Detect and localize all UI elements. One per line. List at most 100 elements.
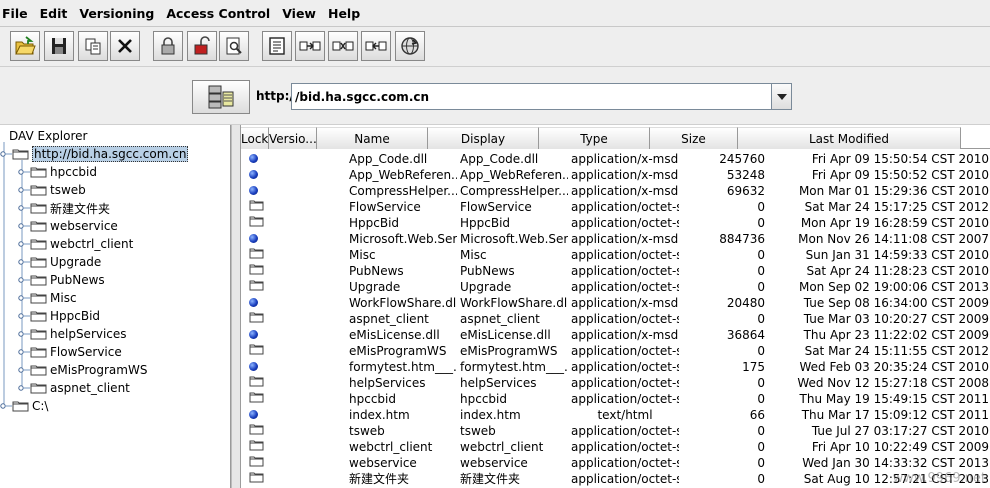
table-row[interactable]: App_Code.dll App_Code.dll application/x-ms…	[241, 151, 990, 167]
tree-expand-handle-icon[interactable]	[18, 167, 30, 177]
tree-node[interactable]: Misc	[18, 289, 77, 307]
folder-icon	[12, 401, 29, 412]
tree-node[interactable]: 新建文件夹	[18, 199, 110, 217]
column-header-version[interactable]: Versio...	[269, 127, 317, 149]
tree-expand-handle-icon[interactable]	[18, 365, 30, 375]
tree-expand-handle-icon[interactable]	[18, 239, 30, 249]
row-icon-cell	[241, 423, 277, 439]
tree-node[interactable]: Upgrade	[18, 253, 101, 271]
menu-edit[interactable]: Edit	[34, 0, 74, 27]
checkout-button[interactable]	[328, 31, 358, 61]
table-row[interactable]: Microsoft.Web.Ser... Microsoft.Web.Ser...…	[241, 231, 990, 247]
tree-expand-handle-icon[interactable]	[18, 311, 30, 321]
url-input[interactable]	[292, 84, 772, 109]
save-button[interactable]	[44, 31, 74, 61]
menu-file[interactable]: File	[0, 0, 34, 27]
tree-expand-handle-icon[interactable]	[18, 185, 30, 195]
folder-icon	[249, 392, 264, 403]
column-header-lock[interactable]: Lock	[241, 127, 269, 149]
tree-host-node[interactable]: http://bid.ha.sgcc.com.cn	[0, 145, 189, 163]
tree-expand-handle-icon[interactable]	[18, 329, 30, 339]
tree-expand-handle-icon[interactable]	[18, 383, 30, 393]
column-header-size[interactable]: Size	[650, 127, 738, 149]
folder-icon	[30, 203, 47, 214]
table-row[interactable]: index.htm index.htm text/html 66 Thu Mar 17 …	[241, 407, 990, 423]
tree-expand-handle-icon[interactable]	[0, 149, 12, 159]
view-button[interactable]	[219, 31, 249, 61]
tree-expand-handle-icon[interactable]	[18, 257, 30, 267]
folder-icon	[249, 216, 264, 227]
cell-display: App_Code.dll	[460, 152, 539, 166]
table-row[interactable]: PubNews PubNews application/octet-s... 0 Sat…	[241, 263, 990, 279]
menu-view[interactable]: View	[276, 0, 322, 27]
table-row[interactable]: helpServices helpServices application/octe…	[241, 375, 990, 391]
table-row[interactable]: FlowService FlowService application/octet-…	[241, 199, 990, 215]
tree-expand-handle-icon[interactable]	[18, 293, 30, 303]
tree-node[interactable]: webservice	[18, 217, 118, 235]
cell-last-modified: Tue Mar 03 10:20:27 CST 2009	[803, 312, 989, 326]
cell-display: webctrl_client	[460, 440, 544, 454]
table-row[interactable]: webctrl_client webctrl_client application/…	[241, 439, 990, 455]
tree-root[interactable]: DAV Explorer	[0, 127, 87, 145]
table-row[interactable]: App_WebReferen... App_WebReferen... applic…	[241, 167, 990, 183]
url-dropdown-button[interactable]	[771, 84, 791, 109]
menu-versioning[interactable]: Versioning	[73, 0, 160, 27]
tree-node[interactable]: webctrl_client	[18, 235, 133, 253]
delete-button[interactable]	[110, 31, 140, 61]
table-row[interactable]: CompressHelper.... CompressHelper.... appl…	[241, 183, 990, 199]
refresh-button[interactable]	[395, 31, 425, 61]
lock-button[interactable]	[153, 31, 183, 61]
table-row[interactable]: formytest.htm___... formytest.htm___... ap…	[241, 359, 990, 375]
table-row[interactable]: Upgrade Upgrade application/octet-s... 0 Mon…	[241, 279, 990, 295]
tree-expand-handle-icon[interactable]	[18, 275, 30, 285]
open-button[interactable]	[10, 31, 40, 61]
copy-button[interactable]	[78, 31, 108, 61]
document-button[interactable]	[262, 31, 292, 61]
tree-node-label: HppcBid	[50, 309, 101, 323]
menu-access-control[interactable]: Access Control	[160, 0, 276, 27]
checkin-button[interactable]	[361, 31, 391, 61]
column-header-last-modified[interactable]: Last Modified	[738, 127, 961, 149]
tree-node[interactable]: helpServices	[18, 325, 127, 343]
table-row[interactable]: eMisLicense.dll eMisLicense.dll applicatio…	[241, 327, 990, 343]
tree-node[interactable]: aspnet_client	[18, 379, 130, 397]
panel-splitter[interactable]	[231, 125, 241, 488]
tree-expand-handle-icon[interactable]	[18, 203, 30, 213]
tree-node[interactable]: HppcBid	[18, 307, 100, 325]
menu-help[interactable]: Help	[322, 0, 366, 27]
tree-node[interactable]: eMisProgramWS	[18, 361, 147, 379]
tree-node[interactable]: FlowService	[18, 343, 122, 361]
tree-node[interactable]: tsweb	[18, 181, 86, 199]
column-header-display[interactable]: Display	[428, 127, 539, 149]
cell-display: 新建文件夹	[460, 472, 521, 486]
table-row[interactable]: tsweb tsweb application/octet-s... 0 Tue Jul…	[241, 423, 990, 439]
cell-display: HppcBid	[460, 216, 511, 230]
table-row[interactable]: webservice webservice application/octet-s.…	[241, 455, 990, 471]
table-row[interactable]: hpccbid hpccbid application/octet-s... 0 Thu…	[241, 391, 990, 407]
column-header-type[interactable]: Type	[539, 127, 650, 149]
unlock-button[interactable]	[187, 31, 217, 61]
tree-expand-handle-icon[interactable]	[0, 401, 12, 411]
table-row[interactable]: eMisProgramWS eMisProgramWS application/oc…	[241, 343, 990, 359]
tree-node-label: tsweb	[50, 183, 86, 197]
cell-name: tsweb	[349, 424, 385, 438]
folder-tree[interactable]: DAV Explorer http://bid.ha.sgcc.com.cn h…	[0, 125, 231, 488]
tree-node[interactable]: hpccbid	[18, 163, 97, 181]
connect-button[interactable]	[192, 80, 250, 114]
cell-name: Upgrade	[349, 280, 401, 294]
tree-expand-handle-icon[interactable]	[18, 221, 30, 231]
row-icon-cell	[241, 263, 277, 279]
tree-drive-node[interactable]: C:\	[0, 397, 48, 415]
tree-node[interactable]: PubNews	[18, 271, 105, 289]
collapse-handle-icon[interactable]	[0, 131, 6, 141]
url-combobox[interactable]	[291, 83, 792, 110]
version-button[interactable]	[295, 31, 325, 61]
table-row[interactable]: Misc Misc application/octet-s... 0 Sun Jan 3…	[241, 247, 990, 263]
tree-expand-handle-icon[interactable]	[18, 347, 30, 357]
table-row[interactable]: HppcBid HppcBid application/octet-s... 0 Mon…	[241, 215, 990, 231]
column-header-name[interactable]: Name	[317, 127, 428, 149]
folder-icon	[30, 329, 47, 340]
table-row[interactable]: WorkFlowShare.dll WorkFlowShare.dll applic…	[241, 295, 990, 311]
table-row[interactable]: aspnet_client aspnet_client application/oc…	[241, 311, 990, 327]
table-row[interactable]: 新建文件夹新建文件夹application/octet-s...0Sat Aug…	[241, 471, 990, 487]
